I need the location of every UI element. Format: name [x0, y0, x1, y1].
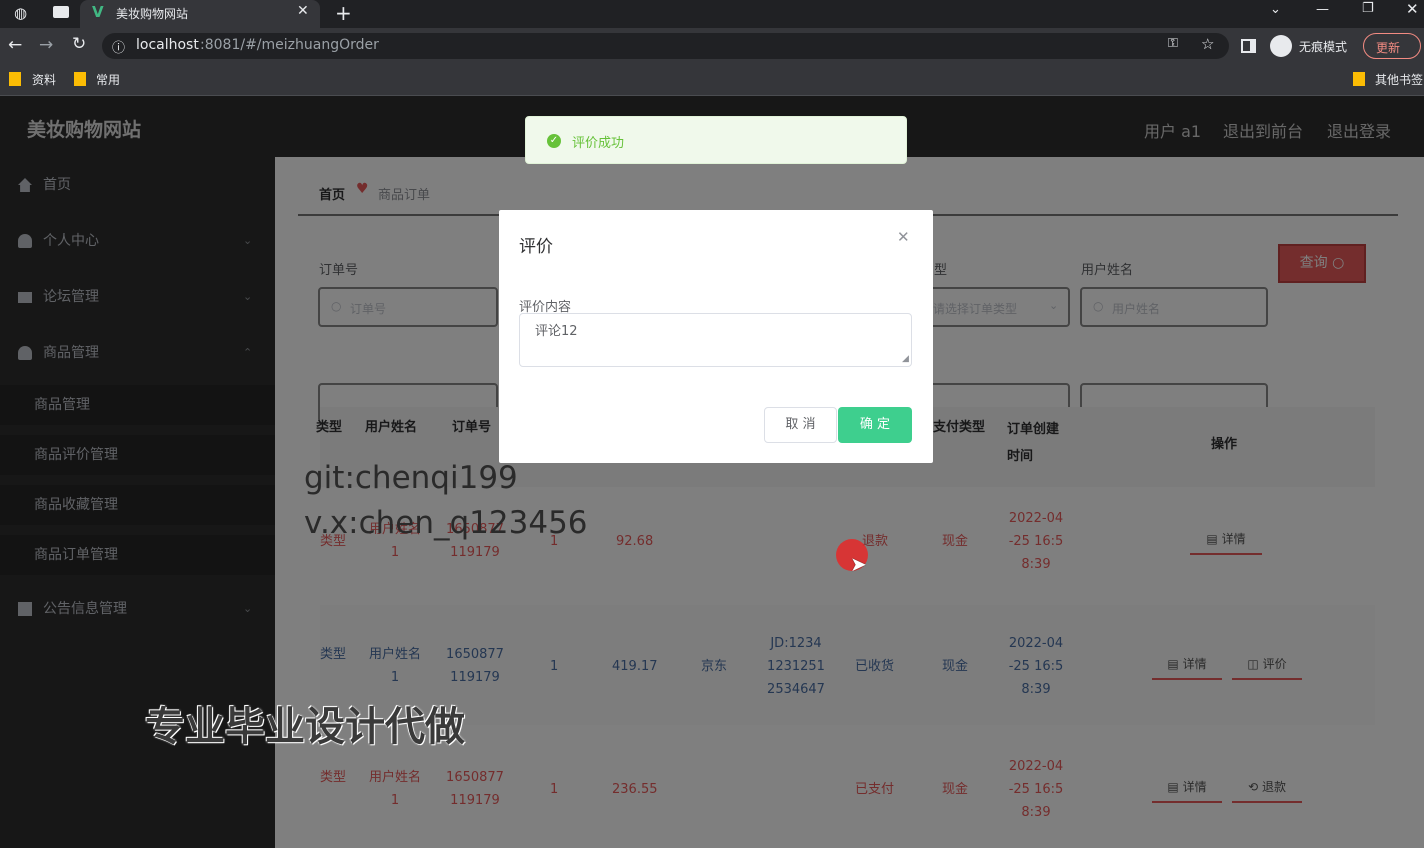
folder-icon	[1353, 72, 1365, 86]
review-content-value: 评论12	[535, 324, 578, 339]
new-tab-button[interactable]: +	[335, 1, 352, 25]
browser-tab[interactable]: V 美妆购物网站 ✕	[80, 0, 320, 28]
watermark-ad: 专业毕业设计代做	[145, 704, 465, 750]
star-icon[interactable]: ☆	[1201, 35, 1214, 53]
review-dialog: 评价 ✕ 评价内容 评论12 ◢ 取 消 确 定	[499, 210, 933, 463]
close-icon[interactable]: ✕	[897, 228, 910, 246]
back-icon[interactable]: ←	[8, 35, 22, 55]
tab-search-icon[interactable]: ⌄	[1270, 2, 1281, 17]
vue-logo-icon: V	[92, 3, 104, 21]
success-toast: ✓ 评价成功	[525, 116, 907, 164]
url-host: localhost	[136, 37, 199, 53]
minimize-icon[interactable]: —	[1316, 2, 1329, 17]
bookmarks-bar: 资料 常用 其他书签	[0, 64, 1424, 96]
confirm-label: 确 定	[859, 417, 891, 432]
bookmark-item[interactable]: 资料	[32, 71, 56, 88]
cancel-button[interactable]: 取 消	[764, 407, 837, 443]
restore-icon[interactable]: ❐	[1362, 1, 1374, 16]
mouse-cursor-icon: ➤	[850, 552, 867, 576]
bookmark-item[interactable]: 常用	[96, 71, 120, 88]
update-button[interactable]: 更新	[1363, 33, 1421, 59]
watermark-git: git:chenqi199	[304, 460, 518, 496]
incognito-label: 无痕模式	[1299, 40, 1348, 54]
folder-icon	[74, 72, 86, 86]
check-circle-icon: ✓	[547, 134, 561, 148]
cancel-label: 取 消	[785, 417, 816, 432]
info-icon[interactable]: ⓘ	[112, 37, 125, 56]
side-panel-icon[interactable]	[1241, 39, 1256, 53]
incognito-icon	[1270, 35, 1292, 57]
address-bar[interactable]: ⓘ localhost :8081/#/meizhuangOrder ⚿ ☆	[102, 33, 1229, 59]
url-path: :8081/#/meizhuangOrder	[200, 37, 379, 53]
key-icon[interactable]: ⚿	[1168, 36, 1178, 51]
browser-tab-bar: ◍ V 美妆购物网站 ✕ + ⌄ — ❐ ✕	[0, 0, 1424, 28]
close-tab-icon[interactable]: ✕	[297, 3, 309, 19]
dialog-title: 评价	[519, 237, 553, 257]
tab-switcher-icon[interactable]	[53, 6, 69, 18]
folder-icon	[9, 72, 21, 86]
review-content-textarea[interactable]: 评论12 ◢	[519, 313, 912, 367]
confirm-button[interactable]: 确 定	[838, 407, 912, 443]
close-window-icon[interactable]: ✕	[1406, 0, 1419, 18]
globe-icon[interactable]: ◍	[14, 4, 27, 22]
resize-handle-icon[interactable]: ◢	[902, 354, 909, 364]
watermark-wechat: v.x:chen_q123456	[304, 505, 588, 541]
tab-title: 美妆购物网站	[116, 7, 189, 21]
other-bookmarks[interactable]: 其他书签	[1375, 71, 1423, 88]
forward-icon[interactable]: →	[39, 35, 53, 55]
reload-icon[interactable]: ↻	[72, 34, 86, 54]
toast-message: 评价成功	[572, 136, 625, 151]
